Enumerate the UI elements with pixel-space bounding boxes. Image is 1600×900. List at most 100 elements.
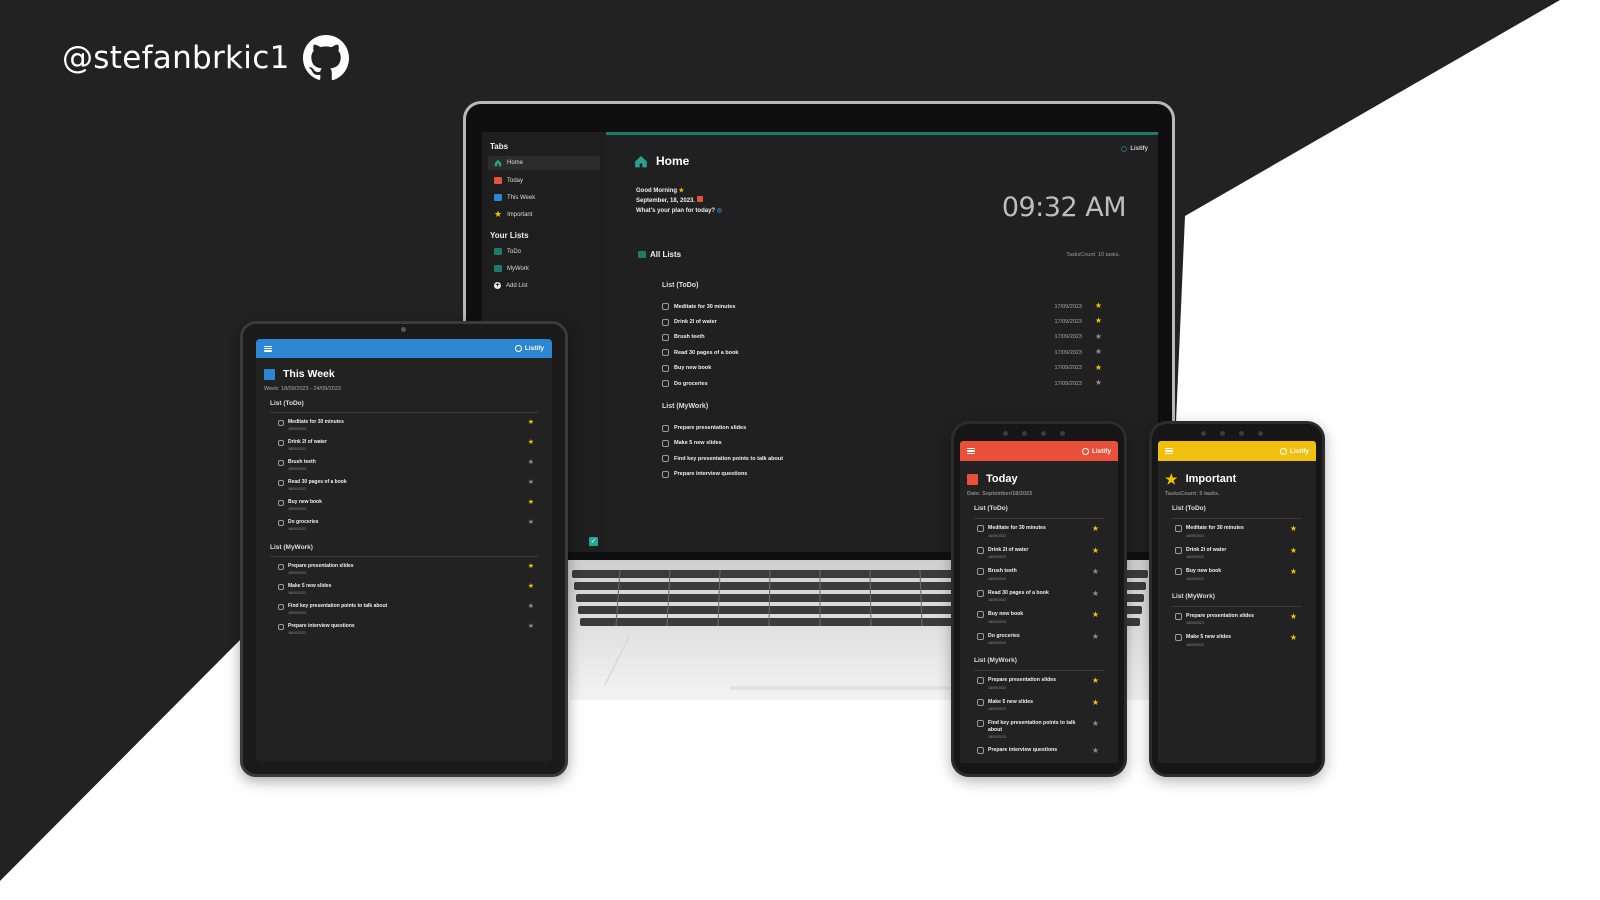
task-checkbox[interactable] (977, 632, 984, 640)
star-icon[interactable]: ★ (1092, 698, 1099, 707)
task-row[interactable]: Make 5 new slides 18/09/2023 ★ (278, 583, 534, 600)
task-row[interactable]: Buy new book 17/09/2023 ★ (662, 361, 1102, 376)
author-handle[interactable]: @stefanbrkic1 (62, 34, 350, 82)
star-icon[interactable]: ★ (1095, 363, 1102, 372)
task-checkbox[interactable] (977, 611, 984, 618)
star-icon[interactable]: ★ (1290, 612, 1297, 621)
task-row[interactable]: Do groceries 18/09/2023 ★ (977, 632, 1099, 650)
task-row[interactable]: Do groceries 18/09/2023 ★ (278, 519, 534, 536)
task-checkbox[interactable] (977, 546, 984, 554)
task-row[interactable]: Prepare presentation slides 18/09/2023 ★ (977, 677, 1099, 694)
star-icon[interactable]: ★ (528, 519, 534, 526)
star-icon[interactable]: ★ (1290, 525, 1297, 533)
star-icon[interactable]: ★ (1290, 546, 1297, 555)
star-icon[interactable]: ★ (1092, 747, 1099, 755)
task-row[interactable]: Make 5 new slides 18/09/2023 ★ (977, 698, 1099, 716)
task-row[interactable]: Prepare interview questions 18/09/2023 ★ (278, 623, 534, 640)
task-row[interactable]: Brush teeth 17/09/2023 ★ (662, 330, 1102, 345)
task-row[interactable]: Prepare presentation slides 18/09/2023 ★ (278, 563, 534, 580)
task-checkbox[interactable] (662, 333, 669, 341)
menu-icon[interactable] (264, 345, 272, 352)
task-checkbox[interactable] (662, 380, 669, 388)
menu-icon[interactable] (967, 448, 975, 454)
menu-icon[interactable] (1165, 448, 1173, 454)
star-icon[interactable]: ★ (1092, 568, 1099, 576)
task-checkbox[interactable] (662, 318, 669, 326)
task-row[interactable]: Meditate for 30 minutes 18/09/2023 ★ (977, 525, 1099, 542)
task-checkbox[interactable] (977, 698, 984, 706)
task-row[interactable]: Meditate for 30 minutes 18/09/2023 ★ (1175, 525, 1297, 542)
star-icon[interactable]: ★ (528, 583, 534, 590)
star-icon[interactable]: ★ (528, 419, 534, 426)
star-icon[interactable]: ★ (1092, 677, 1099, 685)
task-checkbox[interactable] (278, 480, 284, 486)
task-checkbox[interactable] (278, 584, 284, 590)
task-checkbox[interactable] (278, 564, 284, 570)
star-icon[interactable]: ★ (1095, 378, 1102, 387)
task-row[interactable]: Brush teeth 18/09/2023 ★ (977, 568, 1099, 585)
star-icon[interactable]: ★ (1092, 525, 1099, 533)
task-checkbox[interactable] (1175, 525, 1182, 532)
task-checkbox[interactable] (977, 525, 984, 532)
task-row[interactable]: Read 30 pages of a book 18/09/2023 ★ (278, 479, 534, 496)
task-row[interactable]: Make 5 new slides 18/09/2023 ★ (1175, 634, 1297, 651)
task-row[interactable]: Buy new book 18/09/2023 ★ (977, 611, 1099, 628)
sidebar-item-mywork[interactable]: MyWork (488, 262, 600, 275)
star-icon[interactable]: ★ (528, 563, 534, 570)
task-row[interactable]: Buy new book 18/09/2023 ★ (278, 499, 534, 516)
add-list-button[interactable]: + Add List (488, 279, 600, 292)
star-icon[interactable]: ★ (1092, 632, 1099, 641)
task-checkbox[interactable] (977, 720, 984, 727)
task-checkbox[interactable] (278, 420, 284, 426)
star-icon[interactable]: ★ (528, 603, 534, 610)
task-checkbox[interactable] (662, 364, 669, 372)
task-checkbox[interactable] (662, 303, 669, 311)
github-icon[interactable] (302, 34, 350, 82)
task-checkbox[interactable] (1175, 568, 1182, 575)
task-checkbox[interactable] (977, 568, 984, 575)
star-icon[interactable]: ★ (1092, 546, 1099, 555)
task-checkbox[interactable] (977, 747, 984, 754)
star-icon[interactable]: ★ (528, 439, 534, 446)
star-icon[interactable]: ★ (1092, 611, 1099, 619)
task-checkbox[interactable] (662, 455, 669, 463)
star-icon[interactable]: ★ (1095, 332, 1102, 341)
sidebar-item-this-week[interactable]: This Week (488, 191, 600, 204)
task-row[interactable]: Meditate for 30 minutes 18/09/2023 ★ (278, 419, 534, 436)
sidebar-item-today[interactable]: Today (488, 174, 600, 187)
star-icon[interactable]: ★ (528, 623, 534, 630)
task-row[interactable]: Buy new book 18/09/2023 ★ (1175, 568, 1297, 585)
task-checkbox[interactable] (662, 470, 669, 478)
task-row[interactable]: Drink 2l of water 18/09/2023 ★ (977, 546, 1099, 564)
task-checkbox[interactable] (278, 440, 284, 446)
star-icon[interactable]: ★ (528, 479, 534, 486)
star-icon[interactable]: ★ (1092, 720, 1099, 728)
task-row[interactable]: Drink 2l of water 17/09/2023 ★ (662, 314, 1102, 329)
task-row[interactable]: Read 30 pages of a book 18/09/2023 ★ (977, 589, 1099, 607)
task-checkbox[interactable] (977, 589, 984, 597)
star-icon[interactable]: ★ (528, 459, 534, 466)
task-row[interactable]: Drink 2l of water 18/09/2023 ★ (278, 439, 534, 456)
task-checkbox[interactable] (278, 624, 284, 630)
task-checkbox[interactable] (1175, 546, 1182, 554)
star-icon[interactable]: ★ (1095, 317, 1102, 325)
sidebar-item-todo[interactable]: ToDo (488, 245, 600, 258)
star-icon[interactable]: ★ (1095, 348, 1102, 356)
task-checkbox[interactable] (1175, 634, 1182, 641)
task-row[interactable]: Do groceries 17/09/2023 ★ (662, 376, 1102, 391)
star-icon[interactable]: ★ (1092, 589, 1099, 598)
task-row[interactable]: Prepare presentation slides 18/09/2023 ★ (1175, 612, 1297, 630)
task-row[interactable]: Read 30 pages of a book 17/09/2023 ★ (662, 345, 1102, 360)
task-checkbox[interactable] (662, 349, 669, 357)
star-icon[interactable]: ★ (528, 499, 534, 506)
star-icon[interactable]: ★ (1290, 634, 1297, 642)
task-row[interactable]: Meditate for 30 minutes 17/09/2023 ★ (662, 299, 1102, 314)
star-icon[interactable]: ★ (1095, 302, 1102, 310)
task-checkbox[interactable] (977, 677, 984, 684)
task-checkbox[interactable] (278, 520, 284, 526)
task-row[interactable]: Brush teeth 18/09/2023 ★ (278, 459, 534, 476)
star-icon[interactable]: ★ (1290, 568, 1297, 576)
check-icon[interactable]: ✓ (589, 537, 598, 546)
task-checkbox[interactable] (1175, 612, 1182, 620)
task-checkbox[interactable] (662, 424, 669, 432)
